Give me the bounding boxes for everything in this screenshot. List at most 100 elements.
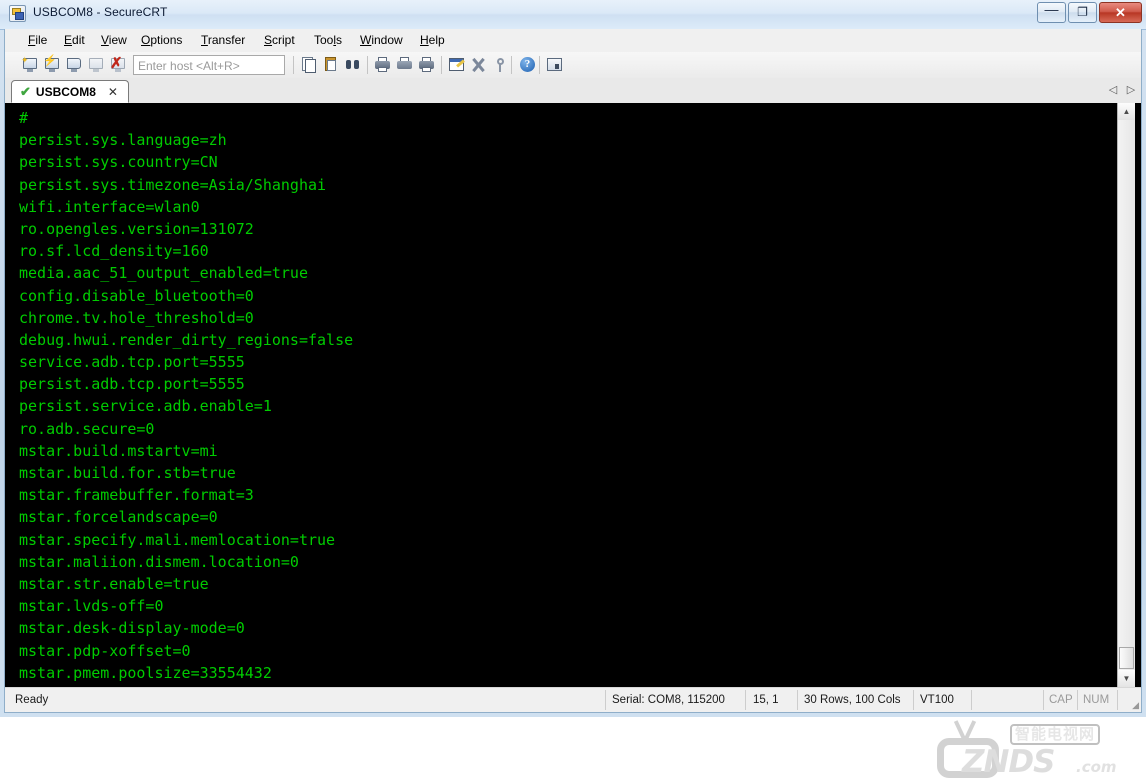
watermark-antenna-right: [953, 720, 967, 742]
watermark-brand: ZNDS: [962, 744, 1055, 780]
connect-in-tab-icon[interactable]: [65, 56, 85, 74]
toolbar-separator: [539, 56, 540, 74]
paste-icon[interactable]: [321, 56, 341, 74]
app-icon: [9, 5, 26, 22]
terminal-line: #: [19, 109, 29, 127]
status-divider: [913, 690, 914, 710]
session-options-icon[interactable]: [447, 56, 467, 74]
scrollbar-thumb[interactable]: [1119, 647, 1134, 669]
terminal-line: media.aac_51_output_enabled=true: [19, 264, 308, 283]
print-screen-icon[interactable]: [373, 56, 393, 74]
copy-icon[interactable]: [299, 56, 319, 74]
connect-icon[interactable]: ✦: [21, 56, 41, 74]
terminal-line: mstar.forcelandscape=0: [19, 508, 218, 527]
menu-file[interactable]: File: [21, 32, 54, 49]
tab-scroll-left-icon[interactable]: ◁: [1106, 83, 1120, 98]
menu-help[interactable]: Help: [413, 32, 452, 49]
status-divider: [605, 690, 606, 710]
close-icon: ✕: [1115, 5, 1126, 20]
terminal-line: mstar.pdp-xoffset=0: [19, 641, 191, 660]
terminal-area: # persist.sys.language=zh persist.sys.coun…: [5, 103, 1141, 780]
terminal-line: chrome.tv.hole_threshold=0: [19, 308, 254, 327]
terminal-line: mstar.specify.mali.memlocation=true: [19, 530, 336, 549]
global-options-icon[interactable]: [469, 56, 489, 74]
terminal-line: mstar.build.for.stb=true: [19, 464, 236, 482]
menu-window[interactable]: Window: [353, 32, 410, 49]
status-divider: [1043, 690, 1044, 710]
key-icon[interactable]: [491, 56, 511, 74]
tab-strip: ✔ USBCOM8 ✕ ◁ ▷: [5, 78, 1141, 104]
terminal-output: # persist.sys.language=zh persist.sys.coun…: [19, 107, 353, 687]
terminal-line: mstar.maliion.dismem.location=0: [19, 552, 299, 571]
arrange-icon[interactable]: [545, 56, 565, 74]
watermark-chinese-text: 智能电视网: [1010, 724, 1101, 745]
host-input[interactable]: Enter host <Alt+R>: [133, 55, 285, 75]
status-num-lock: NUM: [1083, 694, 1110, 706]
toolbar-separator: [293, 56, 294, 74]
terminal-line: debug.hwui.render_dirty_regions=false: [19, 330, 354, 349]
toolbar-separator: [441, 56, 442, 74]
menu-options[interactable]: Options: [134, 32, 189, 49]
menu-edit[interactable]: Edit: [57, 32, 92, 49]
status-bar: Ready Serial: COM8, 115200 15, 1 30 Rows…: [5, 687, 1141, 712]
menu-transfer[interactable]: Transfer: [194, 32, 252, 49]
securecrt-window: USBCOM8 - SecureCRT — ❐ ✕ File Edit View…: [0, 0, 1146, 780]
watermark-tv-icon: [937, 738, 999, 778]
toolbar-separator: [511, 56, 512, 74]
find-icon[interactable]: [343, 56, 363, 74]
connect-sftp-icon[interactable]: [87, 56, 107, 74]
terminal-line: mstar.desk-display-mode=0: [19, 619, 245, 638]
terminal-line: persist.adb.tcp.port=5555: [19, 375, 245, 394]
status-ready: Ready: [15, 694, 49, 706]
minimize-button[interactable]: —: [1037, 2, 1066, 23]
log-session-icon[interactable]: [395, 56, 415, 74]
terminal-line: mstar.str.enable=true: [19, 574, 209, 593]
disconnect-icon[interactable]: ✗: [109, 55, 129, 74]
tab-connected-icon: ✔: [20, 84, 31, 99]
status-caps-lock: CAP: [1049, 694, 1073, 706]
tab-scroll-right-icon[interactable]: ▷: [1124, 83, 1138, 98]
status-divider: [797, 690, 798, 710]
menu-view[interactable]: View: [94, 32, 134, 49]
title-bar: USBCOM8 - SecureCRT — ❐ ✕: [0, 0, 1146, 30]
print-icon[interactable]: [417, 56, 437, 74]
terminal-screen[interactable]: # persist.sys.language=zh persist.sys.coun…: [12, 103, 1117, 687]
close-button[interactable]: ✕: [1099, 2, 1142, 23]
terminal-line: persist.sys.language=zh: [19, 131, 227, 150]
window-title: USBCOM8 - SecureCRT: [33, 5, 168, 19]
minimize-icon: —: [1044, 1, 1059, 17]
status-divider: [745, 690, 746, 710]
help-icon[interactable]: ?: [517, 56, 537, 74]
terminal-line: wifi.interface=wlan0: [19, 197, 200, 216]
status-cursor: 15, 1: [753, 694, 779, 706]
terminal-line: config.disable_bluetooth=0: [19, 286, 254, 305]
maximize-button[interactable]: ❐: [1068, 2, 1097, 23]
terminal-line: ro.sf.lcd_density=160: [19, 242, 209, 261]
scroll-up-icon[interactable]: ▲: [1118, 103, 1135, 120]
watermark-suffix: .com: [1076, 758, 1117, 776]
tab-close-icon[interactable]: ✕: [108, 86, 118, 98]
status-emulation: VT100: [920, 694, 954, 706]
menu-tools[interactable]: Tools: [307, 32, 349, 49]
quick-connect-icon[interactable]: ⚡: [43, 56, 63, 74]
toolbar-separator: [367, 56, 368, 74]
terminal-line: mstar.pmem.poolsize=33554432: [19, 663, 272, 682]
status-divider: [1117, 690, 1118, 710]
terminal-line: ro.adb.secure=0: [19, 419, 155, 438]
scroll-down-icon[interactable]: ▼: [1118, 670, 1135, 687]
terminal-line: persist.sys.timezone=Asia/Shanghai: [19, 175, 327, 194]
terminal-scrollbar[interactable]: ▲ ▼: [1117, 103, 1135, 687]
menu-script[interactable]: Script: [257, 32, 302, 49]
terminal-line: mstar.build.mstartv=mi: [19, 441, 218, 460]
resize-grip-icon[interactable]: ◢: [1127, 699, 1139, 711]
terminal-line: ro.opengles.version=131072: [19, 219, 254, 238]
terminal-line: mstar.lvds-off=0: [19, 597, 164, 616]
app-icon-shape-front: [15, 12, 24, 20]
tab-label: USBCOM8: [35, 84, 96, 99]
terminal-line: persist.service.adb.enable=1: [19, 397, 272, 416]
znds-watermark: 智能电视网 ZNDS .com: [937, 720, 1133, 780]
terminal-line: persist.sys.country=CN: [19, 153, 218, 172]
status-serial: Serial: COM8, 115200: [612, 694, 725, 706]
tab-usbcom8[interactable]: ✔ USBCOM8 ✕: [11, 80, 129, 103]
status-divider: [1077, 690, 1078, 710]
